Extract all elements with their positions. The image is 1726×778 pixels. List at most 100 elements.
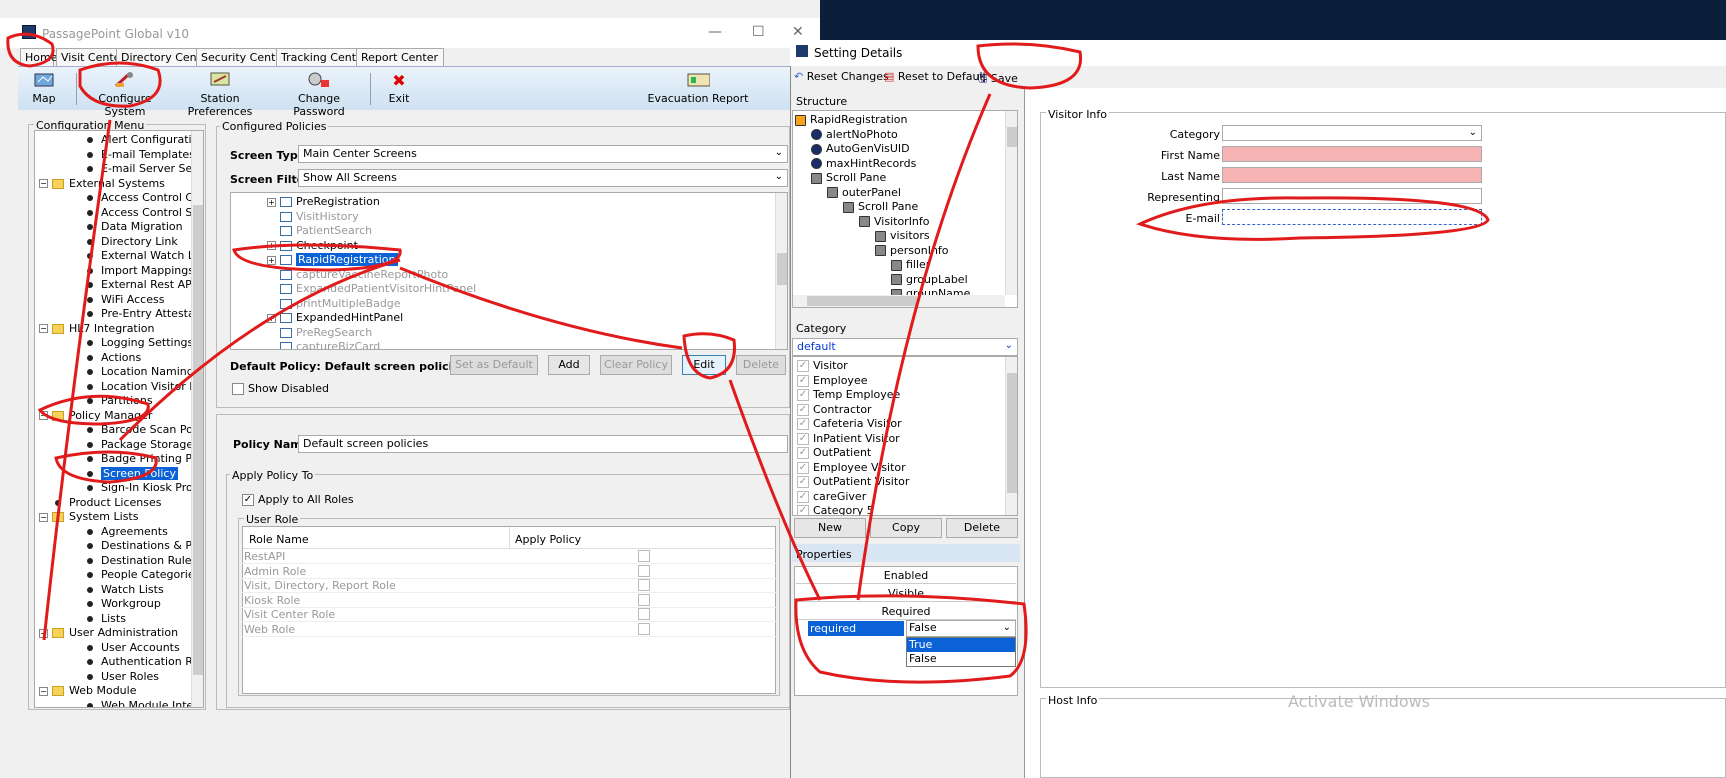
config-menu-item[interactable]: Access Control Systems: [87, 206, 203, 220]
config-menu-item[interactable]: External Rest API: [87, 278, 195, 292]
last-name-field[interactable]: [1222, 167, 1482, 183]
checkmark-icon[interactable]: ✓: [797, 447, 809, 459]
tab-report-center[interactable]: Report Center: [356, 48, 444, 66]
expand-icon[interactable]: +: [267, 313, 276, 323]
reset-changes-button[interactable]: ↶ Reset Changes: [794, 70, 889, 83]
apply-policy-checkbox[interactable]: [638, 622, 650, 635]
checkmark-icon[interactable]: ✓: [797, 461, 809, 474]
change-password-button[interactable]: Change Password: [274, 67, 364, 118]
role-table-row[interactable]: Visit Center Role: [242, 607, 776, 622]
role-table-row[interactable]: Web Role: [242, 622, 776, 637]
config-menu-item[interactable]: Data Migration: [87, 220, 183, 234]
config-menu-item[interactable]: Access Control Card: [87, 191, 203, 205]
category-item[interactable]: ✓ Cafeteria Visitor: [797, 417, 902, 431]
delete-policy-button[interactable]: Delete: [736, 355, 786, 375]
config-menu-item[interactable]: Barcode Scan Policy: [87, 423, 203, 437]
category-select[interactable]: default ⌄: [792, 338, 1018, 356]
screen-item[interactable]: VisitHistory: [267, 210, 359, 224]
expand-icon[interactable]: +: [267, 255, 276, 265]
config-menu-item[interactable]: Sign-In Kiosk Profiles: [87, 481, 203, 495]
apply-policy-checkbox[interactable]: [638, 564, 650, 577]
structure-item[interactable]: visitors: [875, 229, 930, 243]
checkmark-icon[interactable]: ✓: [797, 432, 809, 445]
structure-item[interactable]: outerPanel: [827, 186, 901, 200]
delete-category-button[interactable]: Delete: [946, 518, 1018, 538]
category-item[interactable]: ✓ OutPatient Visitor: [797, 475, 909, 489]
show-disabled-checkbox[interactable]: Show Disabled: [232, 382, 329, 395]
config-menu-item[interactable]: Badge Printing Policy: [87, 452, 203, 466]
config-menu-scrollbar[interactable]: [191, 131, 203, 707]
add-button[interactable]: Add: [548, 355, 590, 375]
minimize-icon[interactable]: —: [708, 24, 722, 40]
checkmark-icon[interactable]: ✓: [797, 389, 809, 401]
category-item[interactable]: ✓ Category 5: [797, 504, 874, 515]
tab-home[interactable]: Home: [20, 48, 57, 66]
category-item[interactable]: ✓ Temp Employee: [797, 388, 900, 402]
expand-icon[interactable]: +: [267, 241, 276, 250]
structure-vscroll[interactable]: [1005, 111, 1017, 295]
structure-hscroll[interactable]: [793, 295, 1005, 307]
category-item[interactable]: ✓ Visitor: [797, 359, 848, 373]
config-menu-item[interactable]: − System Lists: [39, 510, 138, 524]
screen-item[interactable]: + RapidRegistration: [267, 253, 398, 267]
collapse-icon[interactable]: −: [39, 686, 48, 696]
copy-category-button[interactable]: Copy: [870, 518, 942, 538]
config-menu-item[interactable]: Workgroup: [87, 597, 161, 611]
required-value-select[interactable]: False ⌄: [906, 620, 1016, 637]
screen-type-select[interactable]: Main Center Screens ⌄: [298, 145, 788, 163]
config-menu-item[interactable]: People Categories: [87, 568, 200, 582]
screen-item[interactable]: + PreRegistration: [267, 195, 380, 209]
email-field[interactable]: [1222, 209, 1482, 225]
structure-item[interactable]: maxHintRecords: [811, 157, 916, 171]
config-menu-item[interactable]: E-mail Server Setup: [87, 162, 203, 176]
structure-item[interactable]: alertNoPhoto: [811, 128, 898, 142]
config-menu-item[interactable]: Agreements: [87, 525, 168, 539]
config-menu-item[interactable]: Alert Configuration: [87, 133, 203, 147]
screen-item[interactable]: + ExpandedHintPanel: [267, 311, 403, 325]
checkmark-icon[interactable]: ✓: [797, 403, 809, 416]
checkmark-icon[interactable]: ✓: [797, 490, 809, 503]
config-menu-item[interactable]: − User Administration: [39, 626, 178, 640]
config-menu-item[interactable]: Watch Lists: [87, 583, 164, 597]
checkmark-icon[interactable]: ✓: [797, 360, 809, 372]
prop-required-header[interactable]: Required: [796, 604, 1016, 620]
collapse-icon[interactable]: −: [39, 324, 48, 333]
checkmark-icon[interactable]: ✓: [797, 505, 809, 515]
config-menu-item[interactable]: Pre-Entry Attestation: [87, 307, 203, 321]
collapse-icon[interactable]: −: [39, 512, 48, 522]
structure-item[interactable]: AutoGenVisUID: [811, 142, 910, 156]
config-menu-item[interactable]: Location Naming Rules: [87, 365, 203, 379]
config-menu-item[interactable]: Product Licenses: [55, 496, 161, 510]
config-menu-item[interactable]: − HL7 Integration: [39, 322, 155, 336]
screen-item[interactable]: PatientSearch: [267, 224, 372, 238]
close-icon[interactable]: ✕: [792, 24, 804, 40]
scroll-thumb[interactable]: [807, 296, 917, 306]
apply-all-roles-checkbox[interactable]: ✓ Apply to All Roles: [242, 493, 354, 506]
edit-button[interactable]: Edit: [682, 355, 726, 375]
apply-policy-checkbox[interactable]: [638, 608, 650, 620]
config-menu-item[interactable]: Partitions: [87, 394, 153, 408]
category-item[interactable]: ✓ Contractor: [797, 403, 872, 417]
config-menu-item[interactable]: Directory Link: [87, 235, 178, 249]
category-item[interactable]: ✓ OutPatient: [797, 446, 871, 460]
config-menu-item[interactable]: E-mail Templates: [87, 148, 195, 162]
set-as-default-button[interactable]: Set as Default: [450, 355, 538, 375]
config-menu-item[interactable]: Destination Rules: [87, 554, 197, 568]
representing-field[interactable]: [1222, 188, 1482, 204]
scroll-thumb[interactable]: [777, 253, 787, 285]
collapse-icon[interactable]: −: [39, 411, 48, 420]
config-menu-item[interactable]: Destinations & Places: [87, 539, 203, 553]
category-item[interactable]: ✓ Employee Visitor: [797, 461, 906, 475]
expand-icon[interactable]: +: [267, 197, 276, 207]
prop-enabled-header[interactable]: Enabled: [796, 568, 1016, 584]
config-menu-item[interactable]: User Accounts: [87, 641, 180, 655]
collapse-icon[interactable]: −: [39, 179, 48, 188]
collapse-icon[interactable]: −: [39, 628, 48, 638]
apply-policy-checkbox[interactable]: [638, 579, 650, 591]
config-menu-item[interactable]: User Roles: [87, 670, 159, 684]
structure-item[interactable]: Scroll Pane: [811, 171, 886, 185]
category-scrollbar[interactable]: [1005, 357, 1017, 515]
clear-policy-button[interactable]: Clear Policy: [600, 355, 672, 375]
config-menu-item[interactable]: Location Visitor Rules: [87, 380, 203, 394]
scroll-thumb[interactable]: [193, 205, 203, 675]
